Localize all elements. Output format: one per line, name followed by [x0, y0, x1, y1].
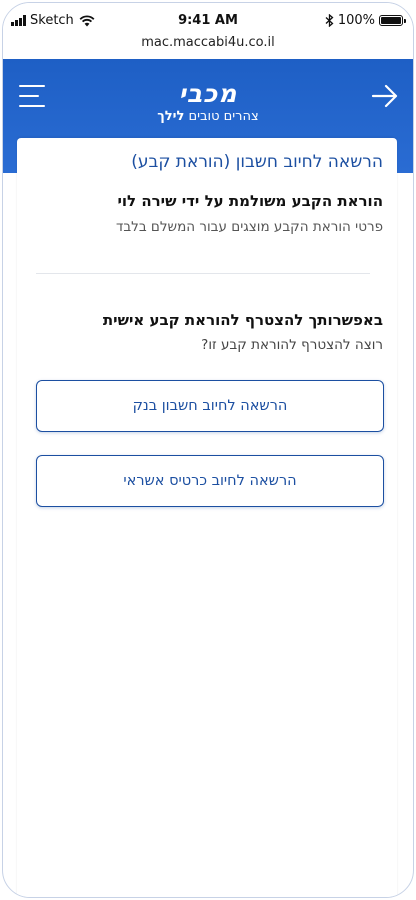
divider	[36, 273, 370, 274]
payer-subtitle: הוראת הקבע משולמת על ידי שירה לוי	[117, 192, 383, 210]
greeting: צהרים טובים לילך	[3, 109, 413, 124]
phone-frame: Sketch 9:41 AM 100% mac.maccabi4u.co.il …	[2, 2, 414, 898]
url-bar[interactable]: mac.maccabi4u.co.il	[3, 35, 413, 50]
battery-icon	[379, 15, 406, 26]
page-title: הרשאה לחיוב חשבון (הוראת קבע)	[131, 152, 383, 172]
status-right: 100%	[325, 13, 406, 28]
arrow-right-icon[interactable]	[371, 83, 399, 109]
battery-percent: 100%	[337, 13, 375, 28]
join-section-title: באפשרותך להצטרף להוראת קבע אישית	[102, 311, 383, 329]
payer-description: פרטי הוראת הקבע מוצגים עבור המשלם בלבד	[115, 219, 383, 235]
logo-text: מכבי	[178, 79, 238, 108]
bluetooth-icon	[325, 14, 334, 27]
credit-card-authorization-button[interactable]: הרשאה לחיוב כרטיס אשראי	[36, 455, 384, 507]
greeting-text: צהרים טובים	[188, 109, 259, 124]
join-question: רוצה להצטרף להוראת קבע זו?	[201, 337, 383, 353]
greeting-name: לילך	[157, 109, 185, 124]
content-card: הרשאה לחיוב חשבון (הוראת קבע) הוראת הקבע…	[17, 138, 397, 897]
maccabi-logo: מכבי	[3, 79, 413, 108]
bank-authorization-button[interactable]: הרשאה לחיוב חשבון בנק	[36, 380, 384, 432]
status-bar: Sketch 9:41 AM 100%	[3, 3, 413, 33]
